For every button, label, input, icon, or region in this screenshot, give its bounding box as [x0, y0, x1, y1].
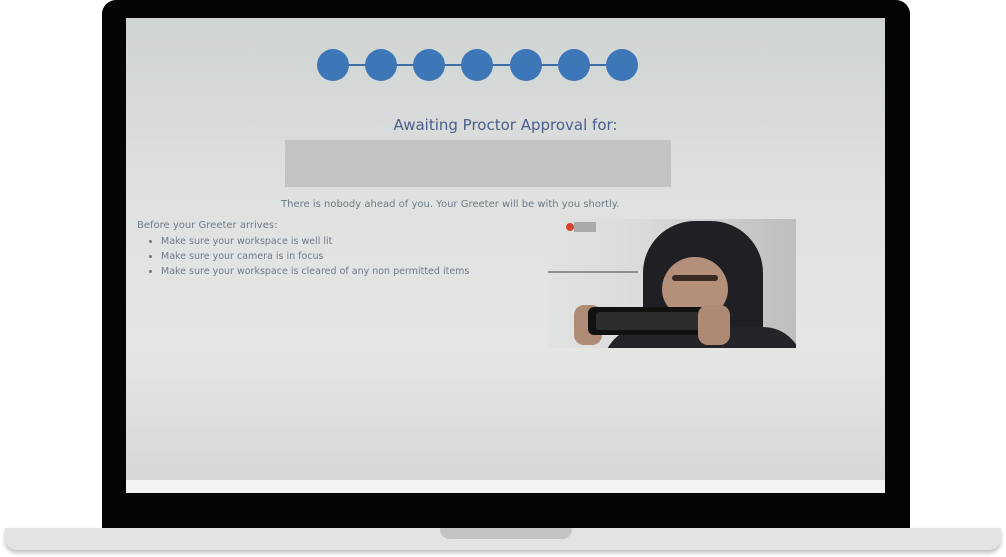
webcam-overlay-thumbnail	[574, 222, 596, 232]
checklist-heading: Before your Greeter arrives:	[137, 220, 278, 231]
progress-step-6	[558, 49, 590, 81]
checklist: Make sure your workspace is well lit Mak…	[148, 234, 469, 279]
progress-step-2	[365, 49, 397, 81]
recording-indicator-icon	[566, 223, 574, 231]
checklist-item: Make sure your workspace is well lit	[161, 234, 469, 249]
progress-step-4	[461, 49, 493, 81]
progress-step-3	[413, 49, 445, 81]
laptop-notch	[440, 528, 572, 539]
laptop-screen: Awaiting Proctor Approval for: There is …	[126, 18, 885, 493]
progress-step-5	[510, 49, 542, 81]
page-title: Awaiting Proctor Approval for:	[393, 116, 618, 134]
redacted-name-box	[285, 140, 671, 187]
webcam-preview	[548, 219, 796, 348]
webcam-person-brow	[672, 275, 718, 281]
webcam-background-detail	[548, 271, 638, 273]
checklist-item: Make sure your workspace is cleared of a…	[161, 264, 469, 279]
progress-step-7	[606, 49, 638, 81]
progress-step-1	[317, 49, 349, 81]
webcam-person-hand-right	[698, 305, 730, 345]
screen-bottom-band	[126, 480, 885, 493]
checklist-item: Make sure your camera is in focus	[161, 249, 469, 264]
webcam-held-phone-screen	[596, 312, 704, 330]
queue-status-message: There is nobody ahead of you. Your Greet…	[281, 199, 620, 210]
